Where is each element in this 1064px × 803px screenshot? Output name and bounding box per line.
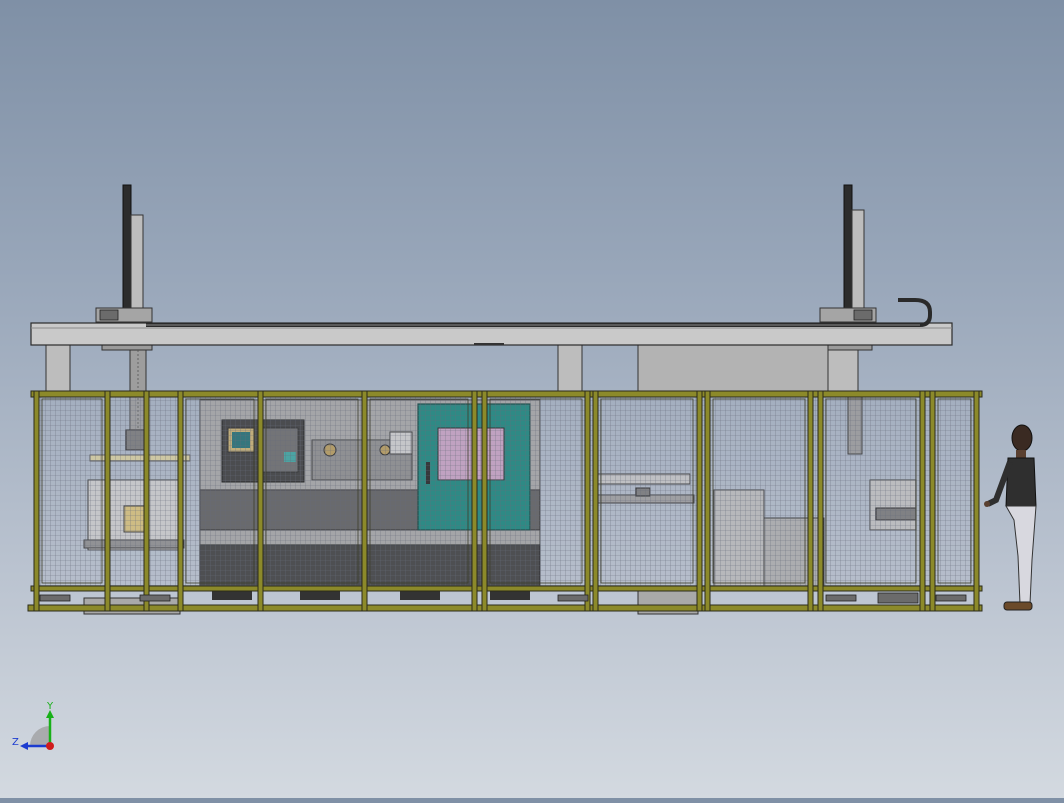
triad-y-label: Y — [46, 701, 54, 712]
cad-drawing[interactable]: Y Z — [0, 0, 1064, 798]
gantry-column-mid — [557, 343, 583, 395]
coordinate-triad-icon: Y Z — [12, 701, 54, 750]
gantry-column-left — [45, 343, 71, 395]
human-figure — [984, 424, 1037, 611]
cad-viewport[interactable]: Y Z — [0, 0, 1064, 798]
safety-fence — [27, 390, 983, 612]
gantry-column-right — [827, 343, 859, 395]
z-axis-right — [843, 184, 853, 314]
cable-chain — [146, 298, 932, 327]
electrical-cabinet — [637, 343, 829, 395]
triad-z-label: Z — [12, 737, 19, 748]
z-axis-left — [122, 184, 132, 314]
